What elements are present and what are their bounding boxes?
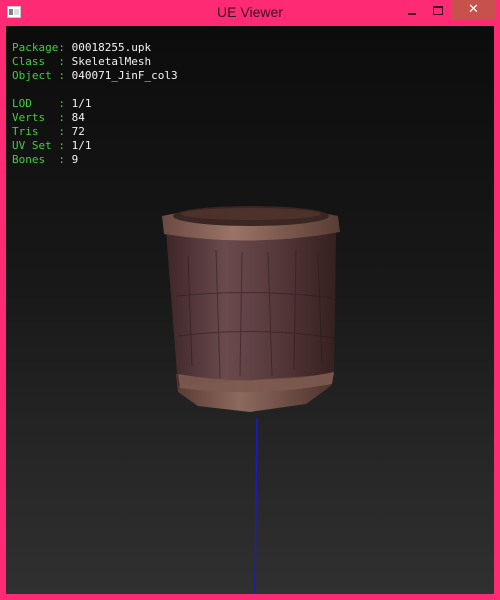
bones-row: Bones : 9	[12, 153, 79, 166]
close-icon: ✕	[468, 2, 479, 17]
object-value: 040071_JinF_col3	[71, 69, 178, 82]
tris-row: Tris : 72	[12, 125, 85, 138]
lod-row: LOD : 1/1	[12, 97, 92, 110]
verts-row: Verts : 84	[12, 111, 85, 124]
verts-value: 84	[71, 111, 85, 124]
object-row: Object : 040071_JinF_col3	[12, 69, 178, 82]
package-row: Package: 00018255.upk	[12, 41, 152, 54]
bone-axis-line	[254, 417, 258, 594]
3d-viewport[interactable]: Package: 00018255.upk Class : SkeletalMe…	[6, 26, 494, 594]
uvset-value: 1/1	[71, 139, 92, 152]
package-value: 00018255.upk	[71, 41, 152, 54]
class-value: SkeletalMesh	[71, 55, 152, 68]
class-row: Class : SkeletalMesh	[12, 55, 152, 68]
app-window: UE Viewer ✕ Package: 00018255.upk Class …	[0, 0, 500, 600]
close-button[interactable]: ✕	[451, 0, 496, 20]
bones-value: 9	[71, 153, 79, 166]
maximize-icon	[433, 6, 443, 15]
minimize-icon	[408, 12, 416, 15]
minimize-button[interactable]	[399, 0, 425, 20]
lod-value: 1/1	[71, 97, 92, 110]
tris-value: 72	[71, 125, 85, 138]
mesh-info-overlay: Package: 00018255.upk Class : SkeletalMe…	[12, 41, 178, 167]
uvset-row: UV Set : 1/1	[12, 139, 92, 152]
maximize-button[interactable]	[425, 0, 451, 20]
title-bar[interactable]: UE Viewer ✕	[0, 0, 500, 26]
